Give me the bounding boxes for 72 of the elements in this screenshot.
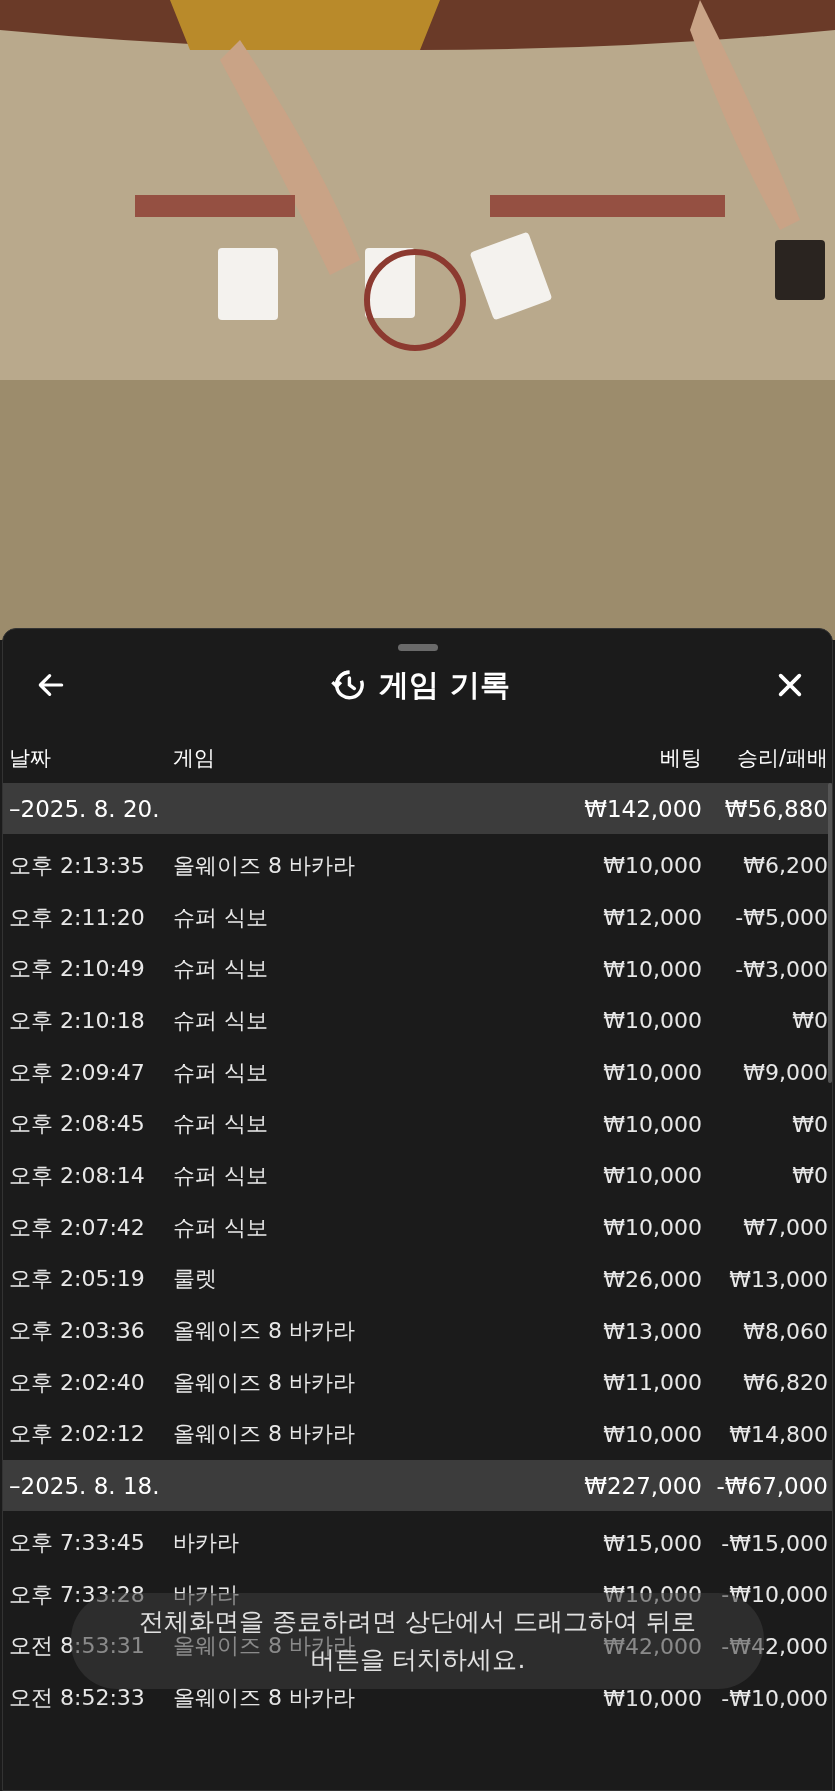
history-icon xyxy=(331,668,366,702)
table-cell-text: -₩15,000 xyxy=(720,1530,829,1556)
table-cell-text: -₩42,000 xyxy=(720,1633,829,1659)
table-cell-text: ₩15,000 xyxy=(602,1530,702,1556)
table-cell-text: ₩10,000 xyxy=(602,1060,702,1086)
table-cell-text: 슈퍼 식보 xyxy=(173,903,268,932)
table-cell-text: 오전 8:52:33 xyxy=(8,1684,146,1713)
table-cell-text: -₩5,000 xyxy=(734,905,829,931)
column-header: 날짜 xyxy=(8,745,52,772)
table-cell-text: ₩42,000 xyxy=(603,1633,702,1659)
table-cell-text: 오후 2:13:35 xyxy=(8,851,146,880)
table-cell-text: ₩6,820 xyxy=(742,1370,829,1396)
table-cell-text: ₩10,000 xyxy=(602,1008,702,1034)
table-cell-text: 오후 2:10:49 xyxy=(8,955,146,984)
table-cell-text: ₩10,000 xyxy=(602,1421,702,1447)
table-cell-text: 올웨이즈 8 바카라 xyxy=(173,1317,355,1346)
table-cell-text: ₩12,000 xyxy=(602,905,702,931)
table-cell-text: 오후 7:33:28 xyxy=(8,1580,146,1609)
table-cell-text: ₩9,000 xyxy=(742,1060,829,1086)
table-cell-text: 슈퍼 식보 xyxy=(173,1110,268,1139)
table-cell-text: 오후 2:11:20 xyxy=(8,903,146,932)
table-cell-text: ₩10,000 xyxy=(602,1111,702,1137)
table-cell-text: 슈퍼 식보 xyxy=(173,1006,268,1035)
table-cell-text: ₩13,000 xyxy=(602,1318,702,1344)
table-cell-text: -₩10,000 xyxy=(720,1582,829,1608)
column-header: 게임 xyxy=(173,745,215,772)
table-cell-text: 오후 2:08:14 xyxy=(8,1161,146,1190)
table-cell-text: ₩0 xyxy=(791,1008,829,1034)
table-cell-text: ₩7,000 xyxy=(742,1215,829,1241)
column-header: 승리/패배 xyxy=(735,745,829,772)
table-cell-text: ₩10,000 xyxy=(602,956,702,982)
table-cell-text: 오후 2:02:12 xyxy=(8,1420,146,1449)
table-cell-text: 오후 2:09:47 xyxy=(8,1058,146,1087)
table-cell-text: ₩6,200 xyxy=(742,853,829,879)
table-cell-text: ₩13,000 xyxy=(728,1266,829,1292)
table-cell-text: 슈퍼 식보 xyxy=(173,1213,268,1242)
table-cell-text: ₩10,000 xyxy=(602,1685,702,1711)
table-cell-text: 바카라 xyxy=(173,1529,239,1558)
table-cell-text: 오후 2:07:42 xyxy=(8,1213,146,1242)
table-cell-text: 슈퍼 식보 xyxy=(173,955,268,984)
table-cell-text: 오후 2:03:36 xyxy=(8,1317,146,1346)
table-cell-text: ₩10,000 xyxy=(602,1163,702,1189)
column-header: 베팅 xyxy=(659,745,702,772)
drag-handle[interactable] xyxy=(397,644,438,651)
table-cell-text: ₩10,000 xyxy=(602,1215,702,1241)
table-cell-text: 올웨이즈 8 바카라 xyxy=(173,851,355,880)
table-cell-text: 오후 2:02:40 xyxy=(8,1368,146,1397)
table-cell-text: 룰렛 xyxy=(173,1265,217,1294)
table-cell-text: ₩0 xyxy=(791,1111,829,1137)
date-group-header[interactable]: –2025. 8. 18. ₩227,000 -₩67,000 xyxy=(3,1460,832,1512)
table-cell-text: -₩3,000 xyxy=(734,956,829,982)
table-cell-text: 올웨이즈 8 바카라 xyxy=(173,1368,355,1397)
table-cell-text: 오후 2:10:18 xyxy=(8,1006,146,1035)
table-cell-text: ₩11,000 xyxy=(602,1370,702,1396)
table-cell-text: 올웨이즈 8 바카라 xyxy=(173,1420,355,1449)
scrollbar[interactable] xyxy=(828,783,832,1083)
table-cell-text: 바카라 xyxy=(173,1580,239,1609)
table-cell-text: 오전 8:53:31 xyxy=(8,1633,145,1661)
sheet-title: 게임 기록 xyxy=(379,665,510,704)
table-cell-text: 오후 2:08:45 xyxy=(8,1110,146,1139)
table-cell-text: 슈퍼 식보 xyxy=(173,1161,268,1190)
table-cell-text: 올웨이즈 8 바카라 xyxy=(173,1684,355,1713)
table-cell-text: 오후 7:33:45 xyxy=(8,1529,146,1558)
table-cell-text: ₩10,000 xyxy=(602,1582,702,1608)
table-cell-text: ₩0 xyxy=(791,1163,829,1189)
table-cell-text: ₩10,000 xyxy=(602,853,702,879)
table-cell-text: ₩26,000 xyxy=(602,1266,702,1292)
table-cell-text: -₩10,000 xyxy=(720,1685,829,1711)
table-cell-text: ₩14,800 xyxy=(728,1421,829,1447)
table-cell-text: 슈퍼 식보 xyxy=(173,1058,268,1087)
table-cell-text: ₩8,060 xyxy=(742,1318,829,1344)
table-cell-text: 오후 2:05:19 xyxy=(8,1265,146,1294)
